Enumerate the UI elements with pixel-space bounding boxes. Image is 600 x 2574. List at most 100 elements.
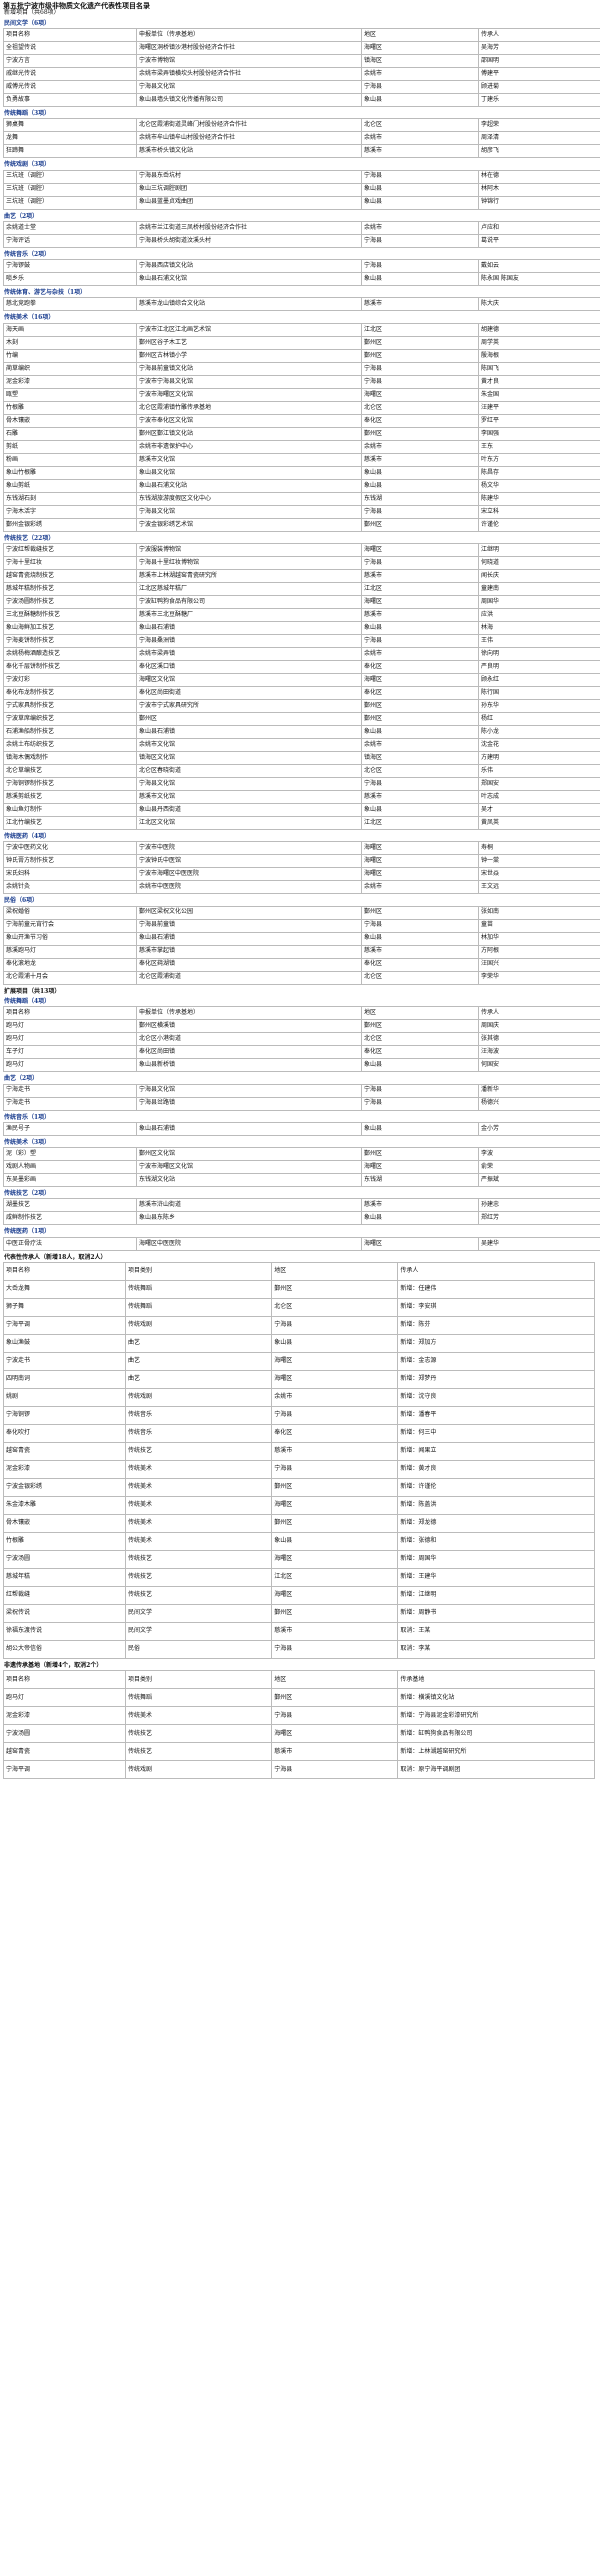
table-cell: 孙东华: [478, 699, 600, 714]
section-table: 海天画 宁波市江北区江北画艺术馆 江北区 胡建德 木刻 鄞州区谷子木工艺 鄞州区 周学英 竹编鄞…: [3, 322, 600, 532]
section-heading: 传统医药（4项）: [4, 833, 51, 841]
table-cell: 奉化千层饼制作技艺: [3, 660, 137, 675]
section-table: 慈北竞跑拳 慈溪市龙山镇综合文化站 慈溪市 陈大庆: [3, 297, 600, 312]
table-cell: 沈金花: [478, 738, 600, 753]
table-cell: 宁海县十里红妆博物馆: [136, 556, 362, 571]
table-cell: 北仑区霞浦街道灵峰门村股份经济合作社: [136, 118, 362, 133]
new-items-label: 新增项目（共68项）: [4, 9, 60, 17]
section-table: 湖墨技艺 慈溪市浒山街道 慈溪市 孙建忠 咸鲜制作技艺 象山县东陈乡 象山县 郑红芳: [3, 1198, 600, 1226]
table-row: 石浦渔船制作技艺 象山县石浦镇 象山县 陈小龙: [3, 725, 600, 740]
table-cell: 宁海县: [271, 1639, 399, 1659]
table-cell: 跑马灯: [3, 1019, 137, 1034]
table-cell: 周泽清: [478, 131, 600, 146]
table-row: 三坑班（调腔） 象山县蓝墨贞戏曲团 象山县 钟锦行: [3, 195, 600, 210]
table-cell: 余姚市: [361, 880, 479, 895]
table-cell: 陈行国: [478, 686, 600, 701]
table-cell: 鄞州区: [361, 712, 479, 727]
table-cell: 陈昌存: [478, 465, 600, 480]
table-cell: 传统美术: [125, 1513, 273, 1533]
table-row: 慈城年糕制作技艺 江北区慈城年糕厂 江北区 童建南: [3, 582, 600, 597]
table-row: 宁海平调 传统戏剧 宁海县 取消：原宁海平调剧团: [2, 1760, 595, 1780]
table-cell: 泥（彩）塑: [3, 1147, 137, 1162]
table-cell: 四明南词: [2, 1369, 127, 1389]
table-row: 北仑草编技艺 北仑区春晓街道 北仑区 乐伟: [3, 764, 600, 779]
table-row: 宁海麦饼制作技艺 宁海县桑洲镇 宁海县 王伟: [3, 634, 600, 649]
table-cell: 宁波金银彩绣艺术馆: [136, 517, 362, 532]
table-cell: 象山县石浦镇: [136, 1121, 362, 1136]
table-cell: 余姚市: [361, 738, 479, 753]
table-cell: 宁波市博物馆: [136, 53, 362, 68]
table-row: 宁波金银彩绣 传统美术 鄞州区 新增：许谨伦: [2, 1477, 595, 1497]
table-row: 跑马灯 北仑区小港街道 北仑区 张其德: [3, 1032, 600, 1047]
table-cell: 宁波中医药文化: [3, 841, 137, 856]
table-row: 红帮裁缝 传统技艺 海曙区 新增：江继明: [2, 1585, 595, 1605]
table-cell: 海天画: [3, 322, 137, 337]
table-cell: 镇海木偶戏制作: [3, 751, 137, 766]
table-row: 象山渔鼓 曲艺 象山县 新增：郑加方: [2, 1333, 595, 1353]
table-cell: 北仑草编技艺: [3, 764, 137, 779]
section-table: 梁祝婚俗 鄞州区梁祝文化公园 鄞州区 张如南 宁海前童元宵行会 宁海县前童镇 宁海县 童苗 象山…: [3, 905, 600, 985]
table-row: 蔺草编织 宁海县前童镇文化站 宁海县 陈国飞: [3, 361, 600, 376]
table-cell: 传承人: [397, 1261, 595, 1281]
table-cell: 慈溪市: [361, 944, 479, 959]
table-cell: 泥金彩漆: [2, 1706, 127, 1726]
table-cell: 宁波金银彩绣: [2, 1477, 127, 1497]
document-page: 第五批宁波市级非物质文化遗产代表性项目名录 新增项目（共68项） 民间文学（6项…: [0, 0, 600, 1780]
table-cell: 宁海县: [361, 556, 479, 571]
table-cell: 江继明: [478, 543, 600, 558]
table-cell: 北仑区: [361, 970, 479, 985]
table-cell: 唢乡乐: [3, 272, 137, 287]
table-cell: 宁海前童元宵行会: [3, 918, 137, 933]
table-cell: 陈大庆: [478, 297, 600, 312]
table-row: 竹根雕 北仑区霞浦镇竹雕传承基地 北仑区 汪建平: [3, 400, 600, 415]
table-cell: 新增：何三中: [397, 1423, 595, 1443]
table-cell: 应洪: [478, 608, 600, 623]
table-cell: 江北区慈城年糕厂: [136, 582, 362, 597]
new-sections: 民间文学（6项） 项目名称 申报单位（传承基地） 地区 传承人 全祖望传说 海曙区洞桥镇沙港…: [3, 20, 600, 985]
table-row: 越窑青瓷烧制技艺 慈溪市上林湖越窑青瓷研究所 慈溪市 闻长庆: [3, 569, 600, 584]
table-cell: 跑马灯: [3, 1058, 137, 1073]
table-cell: 宁波市海曙区文化馆: [136, 387, 362, 402]
table-cell: 全祖望传说: [3, 40, 137, 55]
table-cell: 奉化区: [361, 957, 479, 972]
table-cell: 鄞州区: [361, 1147, 479, 1162]
table-cell: 传统美术: [125, 1531, 273, 1551]
table-cell: 江北区: [361, 816, 479, 831]
table-cell: 新增：沈守良: [397, 1387, 595, 1407]
table-cell: 慈溪市: [361, 569, 479, 584]
table-cell: 宁波方言: [3, 53, 137, 68]
table-cell: 宁波服装博物馆: [136, 543, 362, 558]
table-cell: 狮子舞: [2, 1297, 127, 1317]
section-table: 宁海走书 宁海县文化馆 宁海县 潘新华 宁海走书 宁海县岔路镇 宁海县 杨德兴: [3, 1083, 600, 1111]
table-row: 宁海十里红妆 宁海县十里红妆博物馆 宁海县 何晓道: [3, 556, 600, 571]
table-cell: 慈北竞跑拳: [3, 297, 137, 312]
table-cell: 海曙区: [361, 841, 479, 856]
ext-items-label: 扩展项目（共13项）: [4, 987, 61, 995]
table-cell: 狂蹄舞: [3, 144, 137, 159]
table-cell: 宁海县: [361, 374, 479, 389]
table-cell: 严振斌: [478, 1173, 600, 1188]
section-table: 中医正骨疗法 海曙区中医医院 海曙区 吴建华: [3, 1236, 600, 1251]
table-row: 奉化布龙制作技艺 奉化区尚田街道 奉化区 陈行国: [3, 686, 600, 701]
section-heading: 传统医药（1项）: [4, 1228, 51, 1236]
table-cell: 江北区: [361, 322, 479, 337]
table-cell: 咸鲜制作技艺: [3, 1211, 137, 1226]
table-cell: 海曙区: [271, 1724, 399, 1744]
table-row: 宁海评话 宁海县桥头胡街道汶溪头村 宁海县 葛说平: [3, 233, 600, 248]
table-cell: 象山县: [361, 478, 479, 493]
table-cell: 慈溪市浒山街道: [136, 1198, 362, 1213]
table-cell: 宁海县东岙坑村: [136, 169, 362, 184]
table-cell: 慈溪市: [271, 1621, 399, 1641]
table-cell: 传统舞蹈: [125, 1279, 273, 1299]
table-cell: 渔民号子: [3, 1121, 137, 1136]
table-row: 余姚杨梅酒酿造技艺 余姚市梁弄镇 余姚市 徐向明: [3, 647, 600, 662]
table-cell: 朱金国: [478, 387, 600, 402]
table-cell: 越窑青瓷: [2, 1441, 127, 1461]
table-cell: 宁海县西店镇文化站: [136, 259, 362, 274]
table-row: 戚继光传说 余姚市梁弄镇横坎头村股份经济合作社 余姚市 傅建平: [3, 66, 600, 81]
table-cell: 海曙区: [271, 1351, 399, 1371]
table-cell: 奉化区尚田镇: [136, 1045, 362, 1060]
table-cell: 取消：王某: [397, 1621, 595, 1641]
table-cell: 钟一棠: [478, 854, 600, 869]
table-cell: 宁海县: [361, 79, 479, 94]
